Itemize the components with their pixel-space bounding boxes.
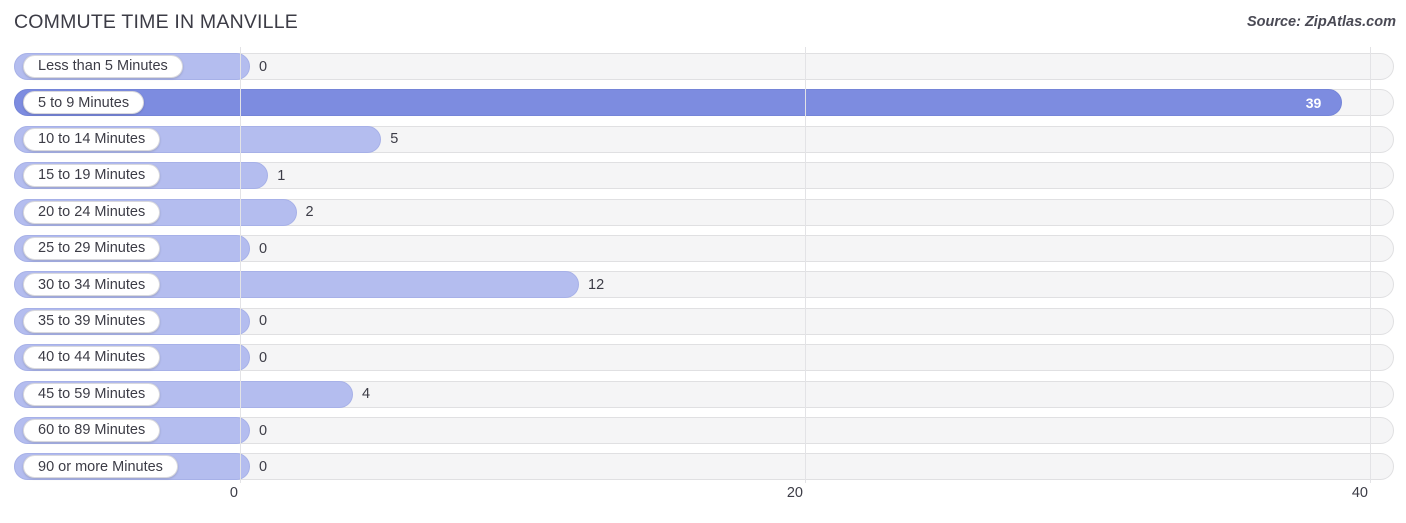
- bar-value-label: 4: [362, 386, 371, 403]
- bar-label-pill: 35 to 39 Minutes: [23, 309, 161, 333]
- bar-label-pill: 40 to 44 Minutes: [23, 346, 161, 370]
- source-attribution: Source: ZipAtlas.com: [1246, 14, 1396, 30]
- bar-row[interactable]: 90 or more Minutes 0: [14, 453, 1394, 481]
- bar-row[interactable]: 60 to 89 Minutes 0: [14, 417, 1394, 444]
- bar-value-label: 1: [277, 167, 286, 184]
- bar-category-label: 35 to 39 Minutes: [38, 313, 146, 330]
- bar-category-label: 20 to 24 Minutes: [38, 203, 146, 220]
- bar-row[interactable]: 15 to 19 Minutes 1: [14, 162, 1394, 190]
- bar-row[interactable]: 20 to 24 Minutes 2: [14, 198, 1394, 226]
- bar-value-label: 39: [1305, 94, 1322, 111]
- bar-row[interactable]: 35 to 39 Minutes 0: [14, 307, 1394, 335]
- bar-value-label: 0: [259, 313, 268, 330]
- bar-label-pill: 15 to 19 Minutes: [23, 164, 161, 188]
- bar-value-label: 12: [588, 276, 605, 293]
- x-tick-label: 0: [229, 485, 238, 501]
- bar-row[interactable]: 30 to 34 Minutes 12: [14, 271, 1394, 299]
- bar-label-pill: 5 to 9 Minutes: [23, 91, 145, 115]
- bar-row[interactable]: 40 to 44 Minutes 0: [14, 344, 1394, 372]
- bar-category-label: 30 to 34 Minutes: [38, 276, 146, 293]
- bar-category-label: 40 to 44 Minutes: [38, 349, 146, 366]
- bar-category-label: 90 or more Minutes: [38, 458, 163, 475]
- bar-value-label: 0: [259, 349, 268, 366]
- x-tick-label: 20: [786, 485, 803, 501]
- bar-category-label: 10 to 14 Minutes: [38, 131, 146, 148]
- bar-category-label: 45 to 59 Minutes: [38, 385, 146, 402]
- bar-category-label: 15 to 19 Minutes: [38, 167, 146, 184]
- x-axis: 0 20 40: [0, 485, 1406, 517]
- bar-row[interactable]: 25 to 29 Minutes 0: [14, 235, 1394, 262]
- bar-category-label: 5 to 9 Minutes: [38, 94, 130, 111]
- bar-value-label: 2: [305, 204, 314, 221]
- bar-label-pill: 20 to 24 Minutes: [23, 200, 161, 224]
- bar-value-label: 0: [259, 458, 268, 475]
- chart-plot-area: Less than 5 Minutes 0 5 to 9 Minutes 39 10 t…: [0, 47, 1406, 483]
- bar-value-label: 0: [259, 240, 268, 257]
- bar-category-label: Less than 5 Minutes: [38, 58, 168, 75]
- bar-label-pill: 45 to 59 Minutes: [23, 382, 161, 406]
- x-tick-label: 40: [1351, 485, 1368, 501]
- bar-value-label: 0: [259, 422, 268, 439]
- bar-row[interactable]: 10 to 14 Minutes 5: [14, 125, 1394, 153]
- bar-value-label: 5: [390, 131, 399, 148]
- bar-category-label: 60 to 89 Minutes: [38, 422, 146, 439]
- bar-row[interactable]: 45 to 59 Minutes 4: [14, 380, 1394, 408]
- bar-label-pill: 60 to 89 Minutes: [23, 419, 161, 442]
- bar-fill: [14, 89, 1342, 117]
- bar-label-pill: 10 to 14 Minutes: [23, 127, 161, 151]
- bar-label-pill: 90 or more Minutes: [23, 455, 178, 479]
- bar-label-pill: 30 to 34 Minutes: [23, 273, 161, 297]
- bar-label-pill: 25 to 29 Minutes: [23, 237, 161, 260]
- bar-value-label: 0: [259, 58, 268, 75]
- bar-row[interactable]: Less than 5 Minutes 0: [14, 53, 1394, 80]
- bar-label-pill: Less than 5 Minutes: [23, 55, 183, 78]
- bar-category-label: 25 to 29 Minutes: [38, 240, 146, 257]
- bar-rows: Less than 5 Minutes 0 5 to 9 Minutes 39 10 t…: [0, 47, 1406, 483]
- page-title: COMMUTE TIME IN MANVILLE: [14, 11, 298, 33]
- chart-header: COMMUTE TIME IN MANVILLE Source: ZipAtla…: [0, 0, 1406, 45]
- bar-row[interactable]: 5 to 9 Minutes 39: [14, 89, 1394, 117]
